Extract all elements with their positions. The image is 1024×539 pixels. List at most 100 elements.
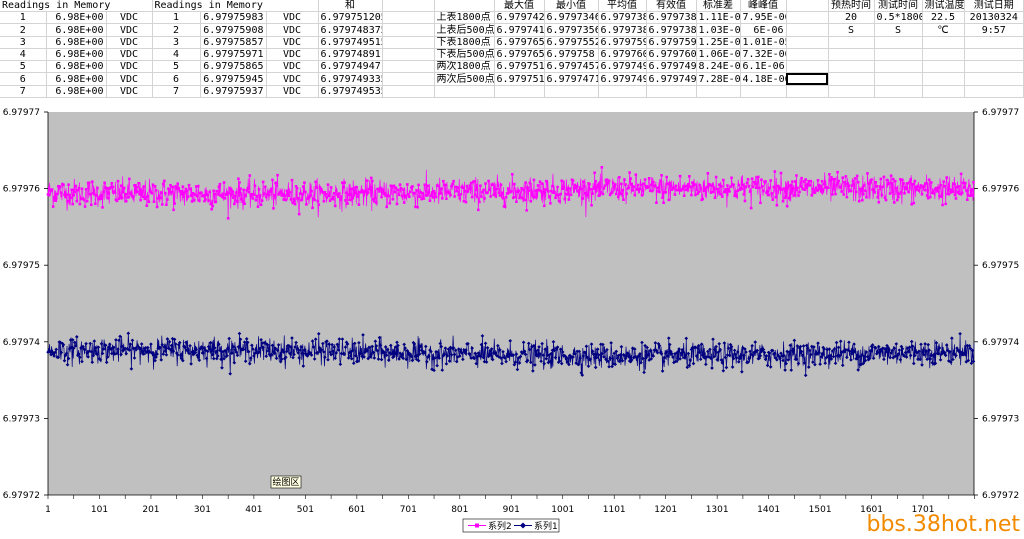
empty-cell[interactable] [786,36,829,49]
info-value-cell[interactable] [828,72,875,86]
readings-in-memory-header[interactable]: Readings in Memory [0,0,153,13]
row-index-cell[interactable]: 4 [0,48,47,62]
reading-cell[interactable]: 6.98E+00 [46,23,107,37]
empty-cell[interactable] [382,48,435,62]
info-value-cell[interactable]: S [874,23,923,37]
reading-cell[interactable]: 6.97975908 [200,23,267,37]
stat-value-cell[interactable] [544,85,599,99]
stat-value-cell[interactable]: 7.95E-06 [740,11,787,25]
reading-cell[interactable]: 6.97975983 [200,11,267,25]
info-value-cell[interactable]: 22.5 [922,11,965,25]
stat-value-cell[interactable]: 8.24E-07 [696,60,741,74]
info-value-cell[interactable]: 9:57 [964,23,1024,37]
stat-value-cell[interactable]: 4.18E-06 [740,72,787,86]
stat-value-cell[interactable]: 7.28E-07 [696,72,741,86]
info-value-cell[interactable] [922,72,965,86]
reading-cell[interactable]: 6.98E+00 [46,36,107,49]
row-index-cell[interactable]: 1 [0,11,47,25]
info-value-cell[interactable] [874,60,923,74]
unit-cell[interactable]: VDC [106,72,153,86]
reading-cell[interactable]: 6.98E+00 [46,11,107,25]
stat-value-cell[interactable]: 6.97973825 [598,23,647,37]
stat-value-cell[interactable]: 6.9797471 [544,72,599,86]
unit-cell[interactable]: VDC [106,60,153,74]
sum-cell[interactable]: 6.979749335 [318,72,383,86]
info-value-cell[interactable] [874,72,923,86]
stat-value-cell[interactable]: 6E-06 [740,23,787,37]
empty-cell[interactable] [382,85,435,99]
reading-cell[interactable]: 6.98E+00 [46,60,107,74]
stat-value-cell[interactable]: 6.97974258 [494,11,545,25]
unit-cell[interactable]: VDC [266,85,319,99]
row-index-cell[interactable]: 3 [152,36,201,49]
stat-value-cell[interactable]: 6.9797457 [544,60,599,74]
stat-value-cell[interactable]: 6.9797513 [494,72,545,86]
stat-header[interactable]: 标准差 [696,0,741,13]
info-value-cell[interactable] [828,48,875,62]
info-value-cell[interactable] [964,48,1024,62]
stat-value-cell[interactable]: 6.97976051 [598,48,647,62]
stat-value-cell[interactable]: 6.97975176 [494,60,545,74]
unit-cell[interactable]: VDC [106,11,153,25]
sum-cell[interactable]: 6.979749515 [318,36,383,49]
info-header[interactable]: 预热时间 [828,0,875,13]
stat-label-cell[interactable]: 上表1800点 [434,11,495,25]
empty-cell[interactable] [382,60,435,74]
unit-cell[interactable]: VDC [106,48,153,62]
stat-value-cell[interactable]: 1.06E-06 [696,48,741,62]
info-header[interactable]: 测试温度 [922,0,965,13]
row-index-cell[interactable]: 4 [152,48,201,62]
stat-header[interactable]: 峰峰值 [740,0,787,13]
empty-cell[interactable] [382,11,435,25]
info-value-cell[interactable] [922,36,965,49]
info-value-cell[interactable] [964,85,1024,99]
reading-cell[interactable]: 6.98E+00 [46,48,107,62]
row-index-cell[interactable]: 6 [0,72,47,86]
empty-cell[interactable] [382,36,435,49]
info-value-cell[interactable] [964,36,1024,49]
stat-label-cell[interactable] [434,85,495,99]
stat-header[interactable]: 平均值 [598,0,647,13]
stat-label-cell[interactable]: 上表后500点 [434,23,495,37]
readings-in-memory-header[interactable]: Readings in Memory [152,0,319,13]
stat-value-cell[interactable]: 6.97973856 [598,11,647,25]
empty-cell[interactable] [786,85,829,99]
info-value-cell[interactable]: ℃ [922,23,965,37]
row-index-cell[interactable]: 1 [152,11,201,25]
stat-value-cell[interactable]: 6.97974907 [646,60,697,74]
stat-value-cell[interactable] [646,85,697,99]
empty-cell[interactable] [786,0,829,13]
info-value-cell[interactable]: 20130324 [964,11,1024,25]
info-value-cell[interactable] [922,48,965,62]
empty-cell[interactable] [786,48,829,62]
unit-cell[interactable]: VDC [266,72,319,86]
stat-value-cell[interactable]: 6.97975958 [646,36,697,49]
row-index-cell[interactable]: 2 [0,23,47,37]
empty-cell[interactable] [786,23,829,37]
info-value-cell[interactable] [964,72,1024,86]
unit-cell[interactable]: VDC [266,11,319,25]
info-value-cell[interactable] [922,85,965,99]
unit-cell[interactable]: VDC [106,85,153,99]
info-value-cell[interactable] [828,36,875,49]
stat-value-cell[interactable]: 7.32E-06 [740,48,787,62]
empty-cell[interactable] [382,0,435,13]
info-value-cell[interactable] [828,85,875,99]
sum-cell[interactable]: 6.979751205 [318,11,383,25]
unit-cell[interactable]: VDC [266,60,319,74]
row-index-cell[interactable]: 7 [152,85,201,99]
info-value-cell[interactable] [874,85,923,99]
reading-cell[interactable]: 6.97975857 [200,36,267,49]
stat-value-cell[interactable]: 6.97974155 [494,23,545,37]
empty-cell[interactable] [382,72,435,86]
stat-value-cell[interactable] [494,85,545,99]
stat-value-cell[interactable]: 1.25E-06 [696,36,741,49]
stat-value-cell[interactable]: 6.97976051 [646,48,697,62]
empty-cell[interactable] [786,11,829,25]
info-value-cell[interactable] [874,48,923,62]
stat-value-cell[interactable]: 6.979758 [544,48,599,62]
row-index-cell[interactable]: 2 [152,23,201,37]
stat-label-cell[interactable]: 下表后500点 [434,48,495,62]
unit-cell[interactable]: VDC [106,23,153,37]
stat-value-cell[interactable]: 1.03E-06 [696,23,741,37]
